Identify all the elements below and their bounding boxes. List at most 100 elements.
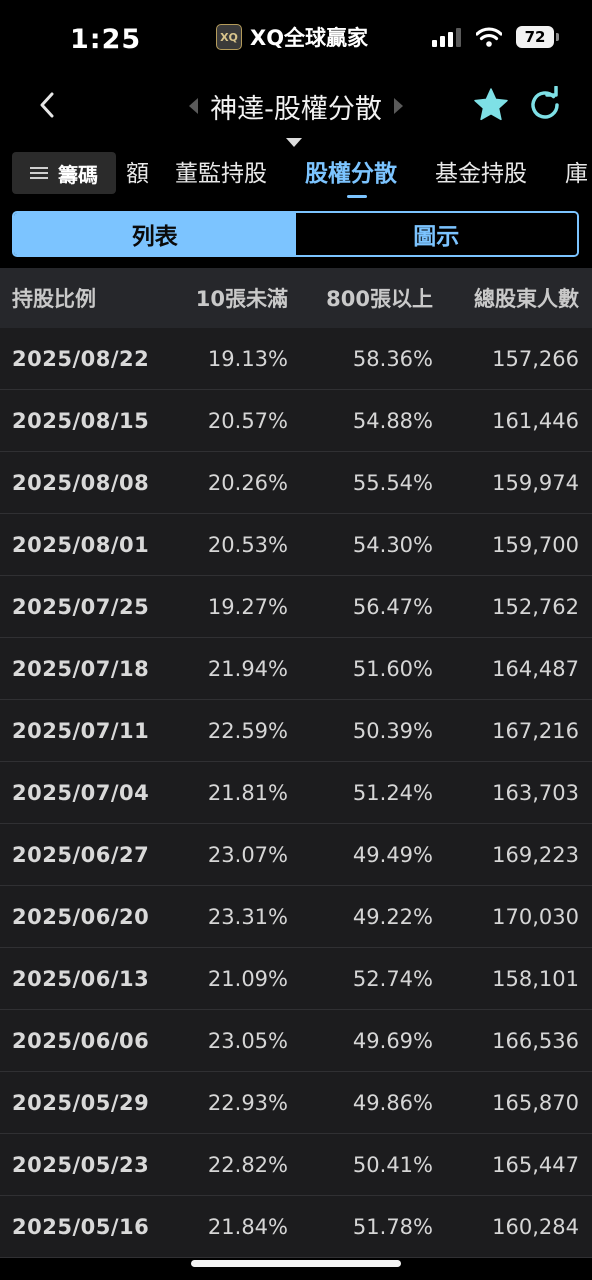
table-row[interactable]: 2025/05/23 22.82% 50.41% 165,447 <box>0 1134 592 1196</box>
row-date: 2025/05/29 <box>12 1090 150 1115</box>
xq-logo-icon: XQ <box>216 24 242 50</box>
status-bar: 1:25 XQ XQ全球贏家 72 <box>0 0 592 80</box>
table-row[interactable]: 2025/06/13 21.09% 52.74% 158,101 <box>0 948 592 1010</box>
title-switcher: 神達-股權分散 <box>168 84 424 128</box>
row-over-800-pct: 49.49% <box>352 842 433 867</box>
header-over-800-lots[interactable]: 800張以上 <box>288 283 433 313</box>
category-menu-button[interactable]: 籌碼 <box>12 152 116 194</box>
table-row[interactable]: 2025/07/11 22.59% 50.39% 167,216 <box>0 700 592 762</box>
tab-partial-right[interactable]: 庫 <box>565 154 588 188</box>
row-total-holders: 158,101 <box>492 966 579 991</box>
wifi-icon <box>476 27 502 47</box>
row-over-800-pct: 51.24% <box>352 780 433 805</box>
app-screen: 1:25 XQ XQ全球贏家 72 神達-股權分散 籌碼 額 董監持股 股權分散… <box>0 0 592 1280</box>
table-row[interactable]: 2025/06/06 23.05% 49.69% 166,536 <box>0 1010 592 1072</box>
row-over-800-pct: 52.74% <box>352 966 433 991</box>
row-over-800-pct: 51.60% <box>352 656 433 681</box>
table-row[interactable]: 2025/06/27 23.07% 49.49% 169,223 <box>0 824 592 886</box>
row-total-holders: 160,284 <box>492 1214 579 1239</box>
row-date: 2025/07/11 <box>12 718 150 743</box>
header-holding-ratio[interactable]: 持股比例 <box>0 283 176 313</box>
row-date: 2025/08/22 <box>12 346 150 371</box>
row-under-10-pct: 21.09% <box>207 966 288 991</box>
table-body: 2025/08/22 19.13% 58.36% 157,266 2025/08/15 2… <box>0 328 592 1258</box>
row-under-10-pct: 23.07% <box>207 842 288 867</box>
row-total-holders: 169,223 <box>492 842 579 867</box>
prev-triangle-icon[interactable] <box>189 98 199 114</box>
row-under-10-pct: 21.94% <box>207 656 288 681</box>
chart-view-button[interactable]: 圖示 <box>295 213 577 255</box>
table-row[interactable]: 2025/08/15 20.57% 54.88% 161,446 <box>0 390 592 452</box>
tab-shareholding-distribution[interactable]: 股權分散 <box>305 154 397 188</box>
category-menu-label: 籌碼 <box>58 162 98 187</box>
row-under-10-pct: 21.81% <box>207 780 288 805</box>
back-button[interactable] <box>30 88 64 122</box>
row-under-10-pct: 23.05% <box>207 1028 288 1053</box>
back-chevron-icon <box>40 92 54 118</box>
tab-fund-holdings[interactable]: 基金持股 <box>435 154 527 188</box>
row-over-800-pct: 50.41% <box>352 1152 433 1177</box>
row-total-holders: 159,700 <box>492 532 579 557</box>
row-date: 2025/07/18 <box>12 656 150 681</box>
row-total-holders: 170,030 <box>492 904 579 929</box>
row-over-800-pct: 58.36% <box>352 346 433 371</box>
header-under-10-lots[interactable]: 10張未滿 <box>176 283 288 313</box>
table-row[interactable]: 2025/05/29 22.93% 49.86% 165,870 <box>0 1072 592 1134</box>
row-total-holders: 165,447 <box>492 1152 579 1177</box>
refresh-button[interactable] <box>526 85 564 124</box>
row-under-10-pct: 20.53% <box>207 532 288 557</box>
status-time: 1:25 <box>70 24 142 55</box>
nav-header: 神達-股權分散 <box>0 80 592 150</box>
row-date: 2025/07/04 <box>12 780 150 805</box>
row-date: 2025/06/27 <box>12 842 150 867</box>
header-total-holders[interactable]: 總股東人數 <box>433 283 579 313</box>
status-app-name: XQ全球贏家 <box>250 26 369 50</box>
row-total-holders: 165,870 <box>492 1090 579 1115</box>
category-tabs: 籌碼 額 董監持股 股權分散 基金持股 庫 <box>0 150 592 200</box>
row-over-800-pct: 49.22% <box>352 904 433 929</box>
row-under-10-pct: 22.59% <box>207 718 288 743</box>
row-over-800-pct: 55.54% <box>352 470 433 495</box>
row-date: 2025/06/13 <box>12 966 150 991</box>
row-date: 2025/08/01 <box>12 532 150 557</box>
tab-partial-left[interactable]: 額 <box>126 154 149 188</box>
table-row[interactable]: 2025/07/18 21.94% 51.60% 164,487 <box>0 638 592 700</box>
row-under-10-pct: 20.57% <box>207 408 288 433</box>
table-row[interactable]: 2025/08/01 20.53% 54.30% 159,700 <box>0 514 592 576</box>
table-row[interactable]: 2025/07/04 21.81% 51.24% 163,703 <box>0 762 592 824</box>
row-total-holders: 152,762 <box>492 594 579 619</box>
row-date: 2025/06/06 <box>12 1028 150 1053</box>
distribution-table: 持股比例 10張未滿 800張以上 總股東人數 2025/08/22 19.13%… <box>0 268 592 1258</box>
row-under-10-pct: 23.31% <box>207 904 288 929</box>
row-total-holders: 163,703 <box>492 780 579 805</box>
table-row[interactable]: 2025/06/20 23.31% 49.22% 170,030 <box>0 886 592 948</box>
favorite-button[interactable] <box>472 86 510 124</box>
table-row[interactable]: 2025/05/16 21.84% 51.78% 160,284 <box>0 1196 592 1258</box>
row-date: 2025/05/16 <box>12 1214 150 1239</box>
row-over-800-pct: 49.86% <box>352 1090 433 1115</box>
list-view-button[interactable]: 列表 <box>14 213 296 255</box>
row-over-800-pct: 49.69% <box>352 1028 433 1053</box>
table-row[interactable]: 2025/08/22 19.13% 58.36% 157,266 <box>0 328 592 390</box>
row-over-800-pct: 56.47% <box>352 594 433 619</box>
title-dropdown-caret-icon[interactable] <box>286 138 302 147</box>
status-indicators: 72 <box>432 26 559 48</box>
next-triangle-icon[interactable] <box>393 98 403 114</box>
row-total-holders: 157,266 <box>492 346 579 371</box>
refresh-icon <box>531 85 559 119</box>
row-over-800-pct: 54.30% <box>352 532 433 557</box>
active-tab-indicator <box>347 195 367 198</box>
star-icon <box>474 88 508 121</box>
row-date: 2025/08/15 <box>12 408 150 433</box>
row-total-holders: 161,446 <box>492 408 579 433</box>
row-under-10-pct: 20.26% <box>207 470 288 495</box>
battery-indicator: 72 <box>516 26 559 48</box>
page-title[interactable]: 神達-股權分散 <box>210 87 382 126</box>
table-row[interactable]: 2025/08/08 20.26% 55.54% 159,974 <box>0 452 592 514</box>
tab-director-holdings[interactable]: 董監持股 <box>175 154 267 188</box>
signal-icon <box>432 28 461 47</box>
table-header: 持股比例 10張未滿 800張以上 總股東人數 <box>0 268 592 328</box>
row-total-holders: 166,536 <box>492 1028 579 1053</box>
row-total-holders: 164,487 <box>492 656 579 681</box>
table-row[interactable]: 2025/07/25 19.27% 56.47% 152,762 <box>0 576 592 638</box>
